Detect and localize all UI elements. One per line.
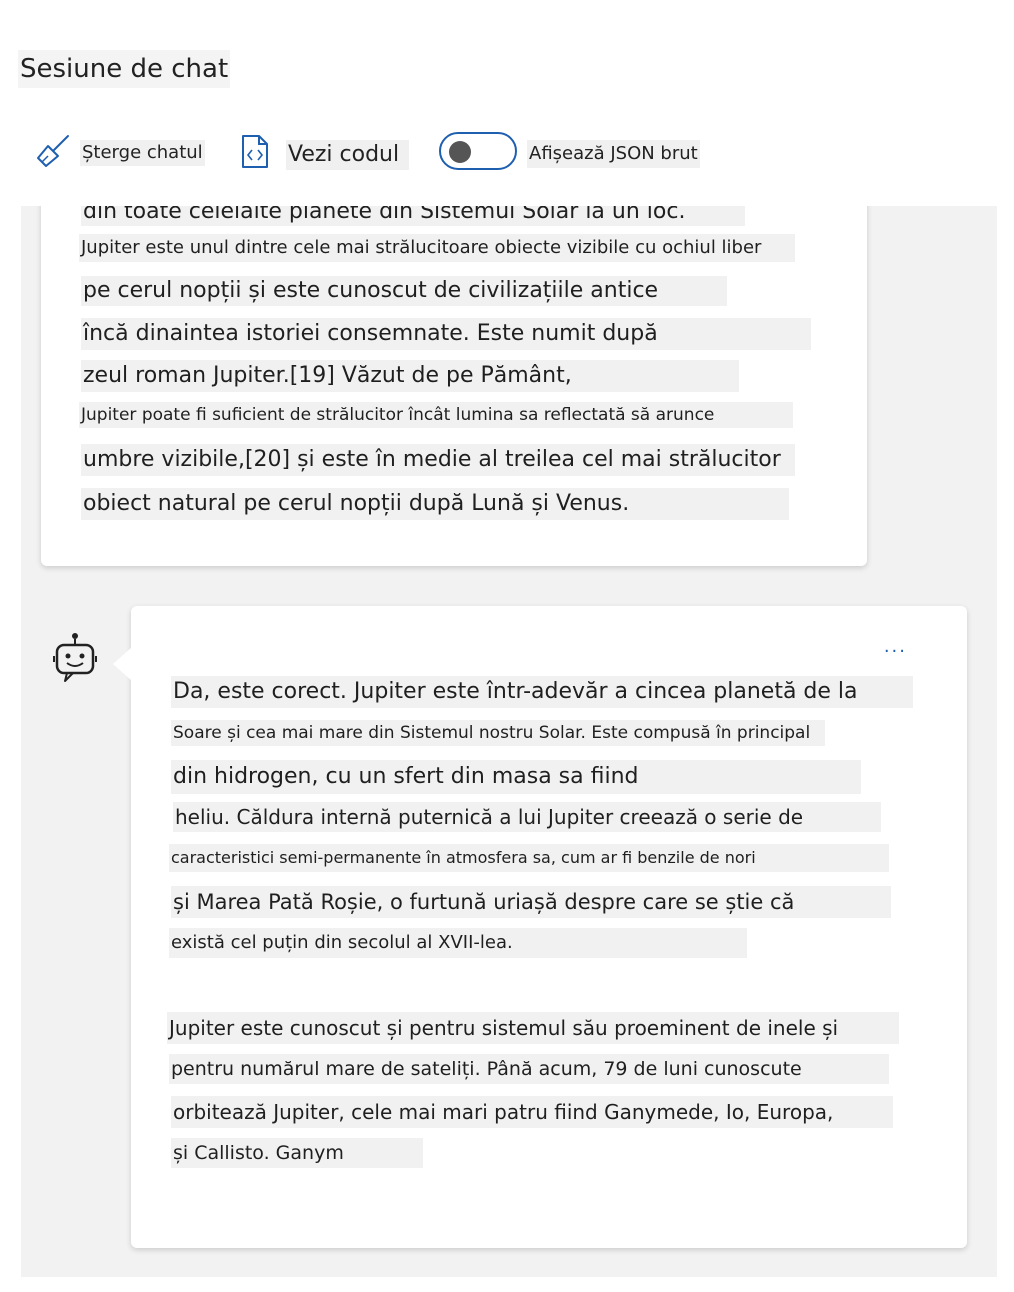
- code-file-icon[interactable]: [240, 134, 270, 174]
- message-line: Jupiter este unul dintre cele mai strălu…: [79, 234, 795, 262]
- message-line: Soare și cea mai mare din Sistemul nostr…: [171, 720, 825, 746]
- message-line: orbitează Jupiter, cele mai mari patru f…: [171, 1096, 893, 1128]
- message-line: obiect natural pe cerul nopții după Lună…: [81, 488, 789, 520]
- message-line: Jupiter este cunoscut și pentru sistemul…: [167, 1012, 899, 1044]
- message-line: umbre vizibile,[20] și este în medie al …: [81, 444, 795, 476]
- broom-icon[interactable]: [36, 134, 72, 172]
- message-line: încă dinaintea istoriei consemnate. Este…: [81, 318, 811, 350]
- clear-chat-button[interactable]: Șterge chatul: [80, 140, 205, 166]
- message-line: și Marea Pată Roșie, o furtună uriașă de…: [171, 886, 891, 918]
- message-line: Da, este corect. Jupiter este într-adevă…: [171, 676, 913, 708]
- message-line: pentru numărul mare de sateliți. Până ac…: [169, 1054, 889, 1084]
- view-code-button[interactable]: Vezi codul: [286, 140, 410, 170]
- message-line: Jupiter poate fi suficient de strălucito…: [79, 402, 793, 428]
- message-line: caracteristici semi-permanente în atmosf…: [169, 844, 889, 872]
- message-line: din hidrogen, cu un sfert din masa sa fi…: [171, 760, 861, 794]
- message-line: și Callisto. Ganym: [171, 1138, 423, 1168]
- user-message: din toate celelalte planete din Sistemul…: [41, 206, 867, 566]
- chat-toolbar: Șterge chatul Vezi codul Afișează JSON b…: [0, 128, 1014, 178]
- message-line: zeul roman Jupiter.[19] Văzut de pe Pămâ…: [81, 360, 739, 392]
- more-options-button[interactable]: ...: [884, 636, 907, 657]
- toggle-knob: [449, 141, 471, 163]
- raw-json-label: Afișează JSON brut: [527, 140, 700, 168]
- page-title: Sesiune de chat: [18, 50, 231, 88]
- robot-icon: [53, 632, 97, 688]
- chat-messages[interactable]: din toate celelalte planete din Sistemul…: [21, 206, 997, 1277]
- raw-json-toggle[interactable]: [439, 132, 517, 170]
- assistant-message: ... Da, este corect. Jupiter este într-a…: [113, 606, 967, 1248]
- message-line: există cel puțin din secolul al XVII-lea…: [169, 928, 747, 958]
- message-line: din toate celelalte planete din Sistemul…: [81, 206, 745, 226]
- message-line: pe cerul nopții și este cunoscut de civi…: [81, 276, 727, 306]
- message-line: heliu. Căldura internă puternică a lui J…: [173, 802, 881, 832]
